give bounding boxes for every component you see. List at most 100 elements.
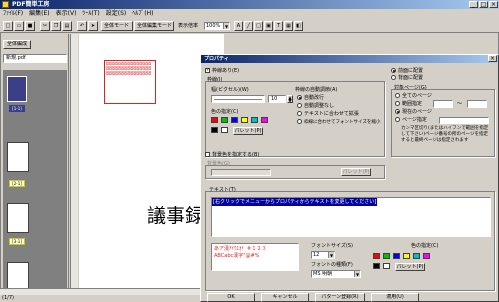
bg-slider[interactable]	[211, 169, 271, 176]
target-range-radio	[395, 101, 400, 106]
autowrap-option-1-label: 自動改行	[304, 95, 325, 101]
preview-line-1: あア漢ｱｲｳｴｵ！＃１２３	[214, 246, 267, 252]
frame-color-cyan[interactable]	[251, 117, 258, 123]
bg-check-box	[205, 152, 210, 157]
frame-color-blue[interactable]	[231, 117, 238, 123]
paste-icon[interactable]: ▤	[62, 21, 72, 31]
font-preview: あア漢ｱｲｳｴｵ！＃１２３ ABCabc漢字"@#%	[211, 243, 299, 271]
autowrap-option-4[interactable]: 枠線に合わせてフォントサイズを縮小	[297, 119, 380, 126]
new-icon[interactable]: □	[3, 21, 13, 31]
range-from-input[interactable]	[433, 100, 453, 108]
window-title: PDF簡単工房	[12, 1, 50, 8]
menu-view[interactable]: 表示(V)	[56, 9, 77, 18]
bg-palette-label: パレット(P)	[342, 169, 370, 175]
placement-back[interactable]: 背面に配置	[391, 75, 423, 81]
font-color-green[interactable]	[383, 253, 390, 259]
target-current-radio	[395, 109, 400, 114]
font-color-blue[interactable]	[393, 253, 400, 259]
apply-button[interactable]: 適用(U)	[371, 293, 419, 302]
frame-palette-button[interactable]: パレット(P)	[233, 127, 263, 135]
autowrap-option-3[interactable]: テキストに合わせて拡張	[297, 111, 359, 117]
menu-file[interactable]: ﾌｧｲﾙ(F)	[3, 9, 23, 18]
target-specific[interactable]: ページ指定	[395, 117, 427, 123]
target-specific-label: ページ指定	[402, 117, 427, 123]
title-bar: PDF簡単工房	[0, 0, 499, 9]
save-icon[interactable]: ■	[25, 21, 35, 31]
cut-icon[interactable]: ✂	[40, 21, 50, 31]
font-size-select[interactable]: 12 ▼	[311, 251, 335, 259]
font-color-magenta[interactable]	[423, 253, 430, 259]
frame-color-yellow[interactable]	[241, 117, 248, 123]
width-input[interactable]: 10	[268, 95, 286, 103]
menu-help[interactable]: ﾍﾙﾌﾟ(H)	[132, 9, 153, 18]
font-palette-button[interactable]: パレット(P)	[395, 263, 425, 271]
dialog-close-button[interactable]: ×	[488, 55, 497, 62]
font-size-value: 12	[313, 252, 320, 258]
close-button[interactable]: ×	[489, 1, 498, 8]
target-all[interactable]: 全てのページ	[395, 93, 432, 99]
cancel-button[interactable]: キャンセル	[261, 293, 309, 302]
bg-checkbox-label: 背景色を指定する(B)	[212, 152, 260, 158]
font-color-black[interactable]	[373, 263, 380, 269]
frame-color-black[interactable]	[211, 127, 218, 133]
bg-checkbox[interactable]: 背景色を指定する(B)	[205, 152, 259, 158]
menu-edit[interactable]: 編集(E)	[29, 9, 49, 18]
target-range-label: 範囲指定	[402, 101, 423, 107]
font-color-cyan[interactable]	[413, 253, 420, 259]
font-kind-select[interactable]: MS 明朝 ▼	[311, 270, 361, 278]
frame-color-green[interactable]	[221, 117, 228, 123]
page-thumb-1[interactable]	[7, 76, 27, 102]
frame-color-magenta[interactable]	[261, 117, 268, 123]
menu-tools[interactable]: ﾂｰﾙ(T)	[82, 9, 99, 18]
text-area[interactable]: [右クリックでメニューからプロパティからテキストを変更してください]	[211, 197, 491, 237]
line-tool-icon[interactable]: ╱	[244, 21, 253, 31]
autowrap-option-1[interactable]: 自動改行	[297, 95, 324, 101]
ok-button[interactable]: OK	[207, 293, 255, 302]
font-palette-label: パレット(P)	[396, 264, 424, 270]
mode-all-button[interactable]: 全体モード	[101, 21, 133, 31]
bg-palette-button[interactable]: パレット(P)	[341, 168, 371, 176]
font-color-red[interactable]	[373, 253, 380, 259]
frame-palette-label: パレット(P)	[234, 128, 262, 134]
font-color-white[interactable]	[383, 263, 390, 269]
width-slider[interactable]	[211, 95, 265, 103]
width-spinner[interactable]: ▲ ▼	[287, 95, 293, 103]
frame-color-red[interactable]	[211, 117, 218, 123]
placement-front[interactable]: 前面に配置	[391, 68, 423, 74]
target-current-label: 現在のページ	[402, 109, 432, 115]
image-tool-icon[interactable]: ▣	[264, 21, 273, 31]
range-to-input[interactable]	[467, 100, 487, 108]
bg-group-label: 背景色(G)	[207, 161, 230, 167]
rect-tool-icon[interactable]: □	[254, 21, 263, 31]
zoom-select[interactable]: 100% ▼	[204, 22, 230, 30]
file-name-field[interactable]: 新規.pdf	[3, 54, 67, 63]
maximize-button[interactable]: □	[479, 1, 488, 8]
undo-icon[interactable]: ↶	[77, 21, 87, 31]
copy-icon[interactable]: ❐	[51, 21, 61, 31]
vertical-scrollbar[interactable]	[70, 34, 78, 288]
mode-edit-button[interactable]: 全体編集モード	[134, 21, 174, 31]
pattern-register-button[interactable]: パターン登録(R)	[315, 293, 365, 302]
photo-tool-icon[interactable]: ▦	[284, 21, 293, 31]
frame-checkbox[interactable]: 枠線あり(E)	[205, 68, 239, 74]
all-pages-tab[interactable]: 全体編成	[3, 40, 31, 49]
text-tool-icon[interactable]: A	[234, 21, 243, 31]
color-label: 色の指定(C)	[211, 109, 239, 115]
frame-checkbox-label: 枠線あり(E)	[212, 68, 240, 74]
page-thumb-2[interactable]	[7, 142, 29, 172]
autowrap-radio-2	[297, 103, 302, 108]
menu-settings[interactable]: 設定(S)	[106, 9, 127, 18]
page-thumb-3[interactable]	[7, 203, 29, 233]
target-current[interactable]: 現在のページ	[395, 109, 432, 115]
autowrap-option-2[interactable]: 自動調整なし	[297, 103, 334, 109]
font-color-yellow[interactable]	[403, 253, 410, 259]
target-range[interactable]: 範囲指定	[395, 101, 422, 107]
page-thumb-4[interactable]	[7, 262, 29, 290]
eraser-tool-icon[interactable]: ◧	[294, 21, 303, 31]
cursor-icon[interactable]: ➤	[88, 21, 98, 31]
minimize-button[interactable]: _	[469, 1, 478, 8]
frame-color-white[interactable]	[221, 127, 228, 133]
page-spec-input[interactable]	[439, 117, 489, 124]
type-tool-icon[interactable]: T	[274, 21, 283, 31]
open-icon[interactable]: ▭	[14, 21, 24, 31]
